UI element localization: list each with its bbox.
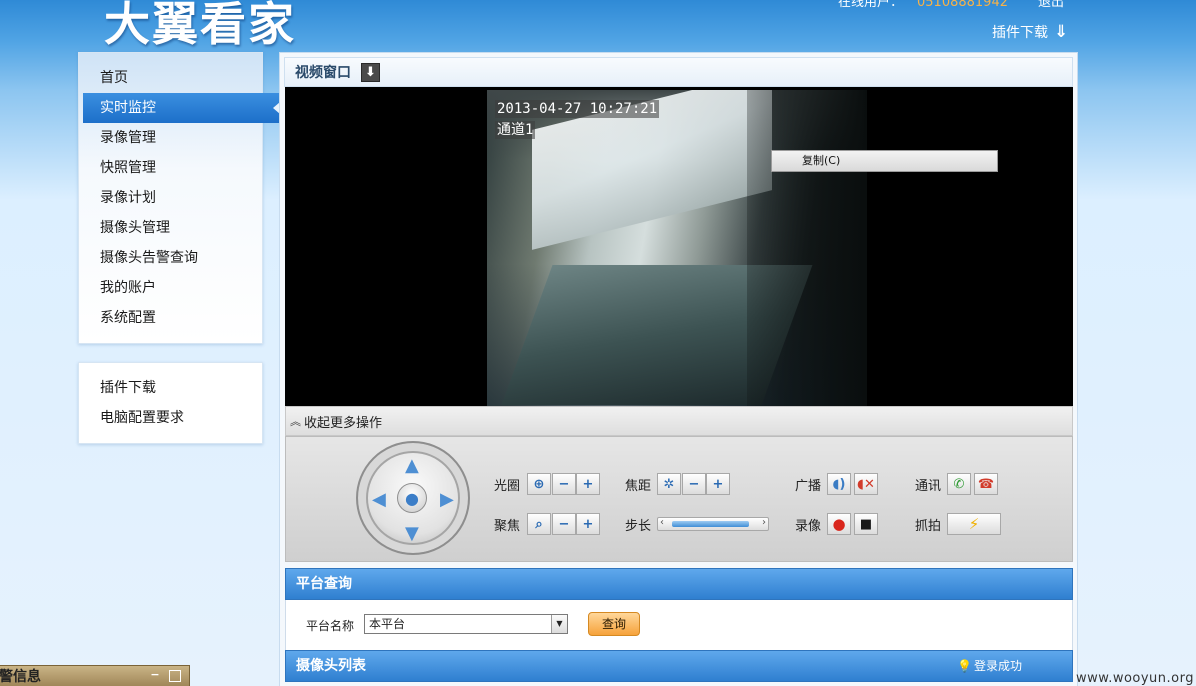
plugin-download-label: 插件下载 xyxy=(992,25,1048,41)
aperture-target-icon[interactable]: ⊕ xyxy=(527,473,551,495)
top-user-info: 在线用户： 05108881942 退出 xyxy=(838,0,1064,10)
video-download-icon[interactable]: ⬇ xyxy=(361,62,380,82)
sidebar-item-plugin-download[interactable]: 插件下载 xyxy=(79,373,262,403)
step-slider-fill xyxy=(672,521,749,527)
step-label: 步长 xyxy=(625,519,652,534)
zoom-label: 焦距 xyxy=(625,479,652,494)
sidebar-item-camera-manage[interactable]: 摄像头管理 xyxy=(79,213,262,243)
watermark: www.wooyun.org xyxy=(1075,671,1194,686)
talk-label: 通讯 xyxy=(915,479,942,494)
sidebar-item-pc-requirements[interactable]: 电脑配置要求 xyxy=(79,403,262,433)
speaker-mute-icon[interactable]: ◖✕ xyxy=(854,473,878,495)
ptz-left-icon[interactable]: ◀ xyxy=(372,491,386,509)
aperture-label: 光圈 xyxy=(494,479,521,494)
sidebar-item-recording-manage[interactable]: 录像管理 xyxy=(79,123,262,153)
record-stop-icon[interactable]: ■ xyxy=(854,513,878,535)
snapshot-lightning-icon[interactable]: ⚡ xyxy=(947,513,1001,535)
sidebar-item-camera-alarm-query[interactable]: 摄像头告警查询 xyxy=(79,243,262,273)
call-end-icon[interactable]: ☎ xyxy=(974,473,998,495)
focus-magnify-icon[interactable]: ⌕ xyxy=(527,513,551,535)
snapshot-label: 抓拍 xyxy=(915,519,942,534)
chevron-up-icon: ︽ xyxy=(290,415,301,428)
aperture-minus-button[interactable]: − xyxy=(552,473,576,495)
plugin-download-link[interactable]: 插件下载 ⇓ xyxy=(992,22,1068,42)
lightbulb-icon: 💡 xyxy=(957,659,972,673)
camera-list-header: 摄像头列表 💡 登录成功 xyxy=(285,650,1073,682)
collapse-label: 收起更多操作 xyxy=(304,415,383,431)
login-status-text: 登录成功 xyxy=(973,659,1022,673)
step-slider[interactable]: ‹ › xyxy=(657,517,769,531)
alarm-info-panel[interactable]: 告警信息 − xyxy=(0,665,190,686)
logout-link[interactable]: 退出 xyxy=(1038,0,1064,10)
sidebar-item-snapshot-manage[interactable]: 快照管理 xyxy=(79,153,262,183)
context-menu-copy[interactable]: 复制(C) xyxy=(771,150,998,172)
platform-select-value: 本平台 xyxy=(369,617,406,631)
online-label: 在线用户： xyxy=(838,0,904,10)
video-window-header: 视频窗口 ⬇ xyxy=(284,57,1073,87)
sidebar-item-recording-plan[interactable]: 录像计划 xyxy=(79,183,262,213)
platform-select[interactable]: 本平台 ▼ xyxy=(364,614,568,634)
query-button[interactable]: 查询 xyxy=(588,612,640,636)
camera-list-title: 摄像头列表 xyxy=(296,658,366,674)
call-start-icon[interactable]: ✆ xyxy=(947,473,971,495)
sidebar-item-home[interactable]: 首页 xyxy=(79,63,262,93)
video-window-title: 视频窗口 xyxy=(295,65,351,81)
ptz-control-area: ▲ ▼ ◀ ▶ ● 光圈 ⊕ − + 聚焦 ⌕ − + 焦距 ✲ − + 步长 … xyxy=(285,436,1073,562)
record-start-icon[interactable]: ● xyxy=(827,513,851,535)
feed-shadow xyxy=(747,90,867,406)
phone-number: 05108881942 xyxy=(917,0,1008,10)
record-label: 录像 xyxy=(795,519,822,534)
logo: 大翼看家 xyxy=(104,0,296,51)
zoom-lens-icon[interactable]: ✲ xyxy=(657,473,681,495)
main-panel: 视频窗口 ⬇ 2013-04-27 10:27:21 通道1 复制(C) ︽ 收… xyxy=(279,52,1078,686)
feed-timestamp: 2013-04-27 10:27:21 xyxy=(495,100,660,118)
speaker-icon[interactable]: ◖) xyxy=(827,473,851,495)
ptz-center-user-icon[interactable]: ● xyxy=(397,483,427,513)
step-right-arrow-icon[interactable]: › xyxy=(762,517,766,528)
platform-query-header: 平台查询 xyxy=(285,568,1073,600)
sidebar-item-system-config[interactable]: 系统配置 xyxy=(79,303,262,333)
sidebar-extra-nav: 插件下载 电脑配置要求 xyxy=(78,362,263,444)
video-player[interactable]: 2013-04-27 10:27:21 通道1 复制(C) xyxy=(285,87,1073,406)
zoom-minus-button[interactable]: − xyxy=(682,473,706,495)
focus-label: 聚焦 xyxy=(494,519,521,534)
sidebar-item-live-monitor[interactable]: 实时监控 xyxy=(83,93,280,123)
ptz-direction-pad: ▲ ▼ ◀ ▶ ● xyxy=(356,441,470,555)
ptz-down-icon[interactable]: ▼ xyxy=(405,525,419,543)
focus-plus-button[interactable]: + xyxy=(576,513,600,535)
sidebar-item-my-account[interactable]: 我的账户 xyxy=(79,273,262,303)
sidebar-main-nav: 首页 实时监控 录像管理 快照管理 录像计划 摄像头管理 摄像头告警查询 我的账… xyxy=(78,52,280,344)
zoom-plus-button[interactable]: + xyxy=(706,473,730,495)
collapse-more-actions[interactable]: ︽ 收起更多操作 xyxy=(285,406,1073,436)
download-arrow-icon: ⇓ xyxy=(1054,21,1069,42)
ptz-up-icon[interactable]: ▲ xyxy=(405,457,419,475)
maximize-icon[interactable] xyxy=(169,670,181,682)
platform-name-label: 平台名称 xyxy=(306,619,355,633)
camera-feed[interactable]: 2013-04-27 10:27:21 通道1 xyxy=(487,90,867,406)
chevron-down-icon[interactable]: ▼ xyxy=(551,615,567,633)
login-status: 💡 登录成功 xyxy=(957,651,1022,681)
broadcast-label: 广播 xyxy=(795,479,822,494)
alarm-window-controls: − xyxy=(149,669,181,682)
feed-channel-label: 通道1 xyxy=(495,121,536,139)
focus-minus-button[interactable]: − xyxy=(552,513,576,535)
alarm-info-title: 告警信息 xyxy=(0,669,41,685)
platform-query-body: 平台名称 本平台 ▼ 查询 xyxy=(285,600,1073,650)
step-left-arrow-icon[interactable]: ‹ xyxy=(660,517,664,528)
ptz-right-icon[interactable]: ▶ xyxy=(440,491,454,509)
aperture-plus-button[interactable]: + xyxy=(576,473,600,495)
minimize-icon[interactable]: − xyxy=(149,669,161,682)
